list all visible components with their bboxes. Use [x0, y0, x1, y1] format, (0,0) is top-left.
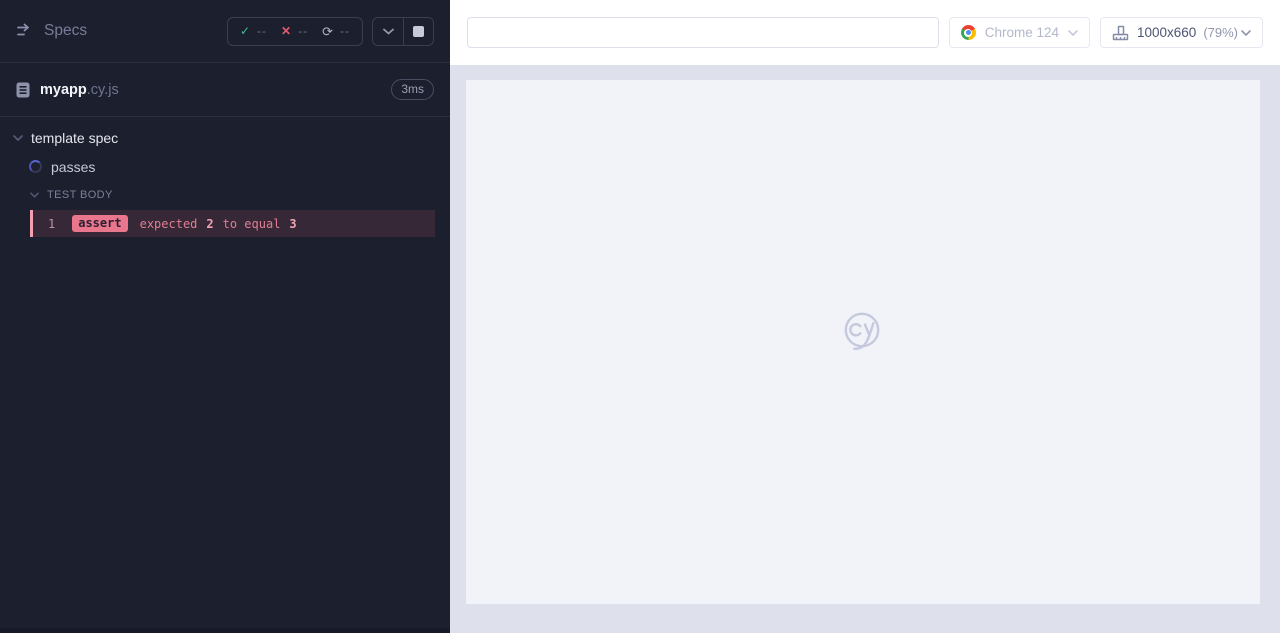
failed-icon: ✕	[281, 25, 291, 37]
failed-count: --	[298, 24, 308, 38]
viewport-size: 1000x660	[1137, 25, 1196, 40]
reporter-sidebar: Specs ✓ -- ✕ -- ⟳ --	[0, 0, 450, 633]
suite-row[interactable]: template spec	[0, 123, 450, 152]
spec-base-name: myapp	[40, 82, 87, 98]
command-actual-value: 2	[206, 217, 213, 231]
ruler-icon	[1112, 25, 1129, 41]
command-message-text: to equal	[223, 217, 281, 231]
pending-icon: ⟳	[322, 25, 333, 38]
test-row[interactable]: passes	[0, 152, 450, 181]
specs-list-icon[interactable]	[16, 23, 34, 39]
chevron-down-icon	[13, 135, 23, 141]
app-under-test-area: Chrome 124 1000x660 (79%)	[450, 0, 1280, 633]
cypress-logo-icon	[838, 308, 888, 365]
command-expected-value: 3	[289, 217, 296, 231]
spec-file-name: myapp.cy.js	[40, 82, 119, 98]
passed-count: --	[257, 24, 267, 38]
stage-background	[450, 65, 1280, 633]
command-number: 1	[48, 217, 55, 231]
sidebar-bottom-edge	[0, 628, 450, 633]
command-log-row[interactable]: 1 assert expected 2 to equal 3	[30, 210, 435, 237]
test-stats: ✓ -- ✕ -- ⟳ --	[227, 17, 363, 46]
command-message-text: expected	[140, 217, 198, 231]
aut-iframe-panel	[466, 80, 1260, 604]
url-toolbar: Chrome 124 1000x660 (79%)	[450, 0, 1280, 65]
stop-icon	[413, 26, 424, 37]
viewport-scale: (79%)	[1203, 25, 1238, 40]
browser-label: Chrome 124	[985, 25, 1059, 40]
chevron-down-icon	[383, 28, 394, 35]
test-running-spinner-icon	[29, 160, 42, 173]
chevron-down-icon	[1068, 30, 1078, 36]
command-name-badge: assert	[72, 215, 127, 232]
test-label: passes	[51, 159, 95, 175]
spec-file-icon	[16, 82, 30, 98]
test-body-label: TEST BODY	[47, 189, 113, 201]
chevron-down-icon	[30, 192, 39, 198]
run-controls	[372, 17, 434, 46]
spec-extension: .cy.js	[87, 82, 119, 98]
browser-selector[interactable]: Chrome 124	[949, 17, 1090, 48]
stop-run-button[interactable]	[403, 18, 433, 45]
spec-file-row[interactable]: myapp.cy.js 3ms	[0, 63, 450, 117]
chrome-icon	[961, 25, 976, 40]
url-input[interactable]	[467, 17, 939, 48]
specs-title: Specs	[44, 22, 87, 40]
pending-count: --	[340, 24, 350, 38]
collapse-tests-button[interactable]	[373, 18, 403, 45]
chevron-down-icon	[1241, 30, 1251, 36]
test-tree: template spec passes TEST BODY 1 assert …	[0, 117, 450, 237]
suite-label: template spec	[31, 130, 118, 146]
passed-icon: ✓	[240, 25, 250, 37]
spec-duration-badge: 3ms	[391, 79, 434, 100]
viewport-selector[interactable]: 1000x660 (79%)	[1100, 17, 1263, 48]
reporter-header: Specs ✓ -- ✕ -- ⟳ --	[0, 0, 450, 63]
test-body-section[interactable]: TEST BODY	[0, 181, 450, 208]
